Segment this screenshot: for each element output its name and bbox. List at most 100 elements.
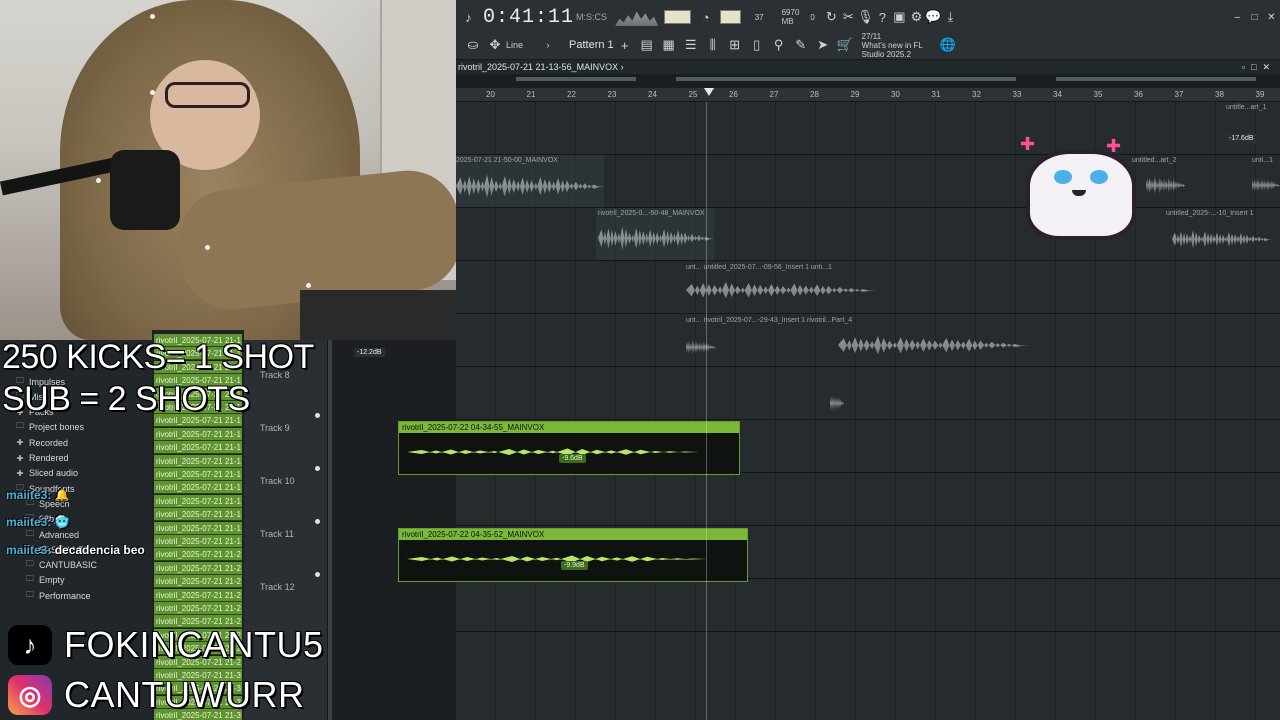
track-name[interactable]: Track 9 — [260, 423, 290, 433]
download-icon[interactable]: ⤓ — [942, 6, 959, 28]
track-mute-dot[interactable] — [315, 572, 320, 577]
browser-item[interactable]: 🗀 CANTUBASIC — [0, 558, 97, 573]
window-controls[interactable]: ▫□✕ — [1242, 60, 1276, 74]
bar-number: 32 — [972, 90, 981, 99]
browser-icon[interactable]: ⊞ — [724, 34, 746, 56]
browser-item-label: Performance — [39, 590, 91, 601]
browser-file[interactable]: rivotril_2025-07-21 21-1 — [154, 521, 242, 535]
clip-waveform — [686, 282, 876, 299]
browser-file[interactable]: rivotril_2025-07-21 21-2 — [154, 575, 242, 589]
folder-icon: 🗀 — [26, 574, 34, 584]
tiktok-handle: ♪ FOKINCANTU5 — [8, 624, 324, 666]
browser-item[interactable]: 🗀 Empty — [0, 573, 65, 588]
song-mode-icon[interactable]: ♪ — [460, 6, 477, 28]
snowflake — [150, 14, 155, 19]
browser-file[interactable]: rivotril_2025-07-21 21-1 — [154, 427, 242, 441]
metronome-icon[interactable]: ◔ — [697, 6, 714, 28]
browser-file[interactable]: rivotril_2025-07-21 21-1 — [154, 508, 242, 522]
clip-label: unt... untitled_2025-07...-09-56_Insert … — [686, 264, 832, 271]
stamp-icon[interactable]: ⛀ — [462, 34, 484, 56]
send-icon[interactable]: ➤ — [812, 34, 834, 56]
minimize-icon[interactable]: – — [1229, 6, 1246, 28]
browser-file[interactable]: rivotril_2025-07-21 21-1 — [154, 481, 242, 495]
save-icon[interactable]: ▣ — [891, 6, 908, 28]
browser-item[interactable]: 🗀 Project bones — [0, 420, 84, 435]
browser-item[interactable]: ✚ Sliced audio — [0, 466, 78, 481]
tempo-box[interactable] — [720, 10, 741, 24]
playlist-tracks[interactable]: 2025-07-21 21-50-00_MAINVOX rivotril_202… — [398, 102, 1280, 720]
clip-volume: -9.6dB — [559, 454, 586, 463]
cut-icon[interactable]: ✂ — [840, 6, 857, 28]
browser-file[interactable]: rivotril_2025-07-21 21-1 — [154, 468, 242, 481]
track-mute-dot[interactable] — [315, 466, 320, 471]
track-mute-dot[interactable] — [315, 519, 320, 524]
mascot-eye — [1054, 170, 1072, 184]
browser-file[interactable]: rivotril_2025-07-21 21-2 — [154, 602, 242, 615]
browser-file[interactable]: rivotril_2025-07-21 21-2 — [154, 588, 242, 602]
undo-icon[interactable]: ↻ — [823, 6, 840, 28]
browser-file[interactable]: rivotril_2025-07-21 21-1 — [154, 535, 242, 548]
snap-icon[interactable]: ✥ — [484, 34, 506, 56]
track-scrollbar[interactable] — [328, 340, 332, 720]
clip-label: unti...1 — [1252, 157, 1274, 164]
snap-mode[interactable]: Line — [506, 40, 523, 50]
channel-rack-icon[interactable]: ☰ — [680, 34, 702, 56]
hint-panel — [664, 10, 692, 24]
add-pattern-icon[interactable]: + — [614, 34, 636, 56]
browser-item[interactable]: ✚ Rendered — [0, 451, 69, 466]
time-display[interactable]: 0:41:11 — [483, 6, 574, 29]
browser-item[interactable]: 🗀 Advanced — [0, 527, 79, 542]
browser-file[interactable]: rivotril_2025-07-21 21-1 — [154, 494, 242, 508]
plugin-icon[interactable]: ⚙ — [908, 6, 925, 28]
playlist-title-bar[interactable]: rivotril_2025-07-21 21-13-56_MAINVOX › ▫… — [456, 60, 1280, 74]
browser-file[interactable]: rivotril_2025-07-21 21-2 — [154, 561, 242, 575]
browser-file[interactable]: rivotril_2025-07-21 21-2 — [154, 548, 242, 562]
audio-clip-track11[interactable]: rivotril_2025-07-22 04-35-52_MAINVOX -9.… — [398, 528, 748, 582]
maximize-icon[interactable]: □ — [1246, 6, 1263, 28]
playlist-icon[interactable]: ▤ — [636, 34, 658, 56]
bar-number: 37 — [1174, 90, 1184, 99]
piano-roll-icon[interactable]: ▦ — [658, 34, 680, 56]
lane-divider — [456, 419, 1280, 420]
pattern-selector[interactable]: Pattern 1 — [569, 39, 614, 51]
playlist-title: rivotril_2025-07-21 21-13-56_MAINVOX — [458, 62, 619, 72]
tiktok-username: FOKINCANTU5 — [64, 624, 324, 665]
clip-header: rivotril_2025-07-22 04-35-52_MAINVOX — [399, 529, 747, 540]
clip-waveform — [830, 394, 844, 413]
chevron-right-icon[interactable]: › — [537, 34, 559, 56]
audio-clip-track9[interactable]: rivotril_2025-07-22 04-34-55_MAINVOX -9.… — [398, 421, 740, 475]
browser-item[interactable]: 🗀 Performance — [0, 588, 91, 603]
chat-username: maiite3: — [6, 543, 52, 557]
chat-icon[interactable]: 💬 — [925, 6, 942, 28]
browser-file[interactable]: rivotril_2025-07-21 21-1 — [154, 441, 242, 455]
browser-item-label: Advanced — [39, 529, 80, 540]
chat-text: 🥶 — [54, 515, 70, 529]
help-icon[interactable]: ? — [874, 6, 891, 28]
news-panel[interactable]: 27/11 What's new in FL Studio 2025.2 — [862, 32, 923, 59]
plugin-picker-icon[interactable]: ⚲ — [768, 34, 790, 56]
playhead-marker[interactable] — [704, 88, 714, 96]
file-icon[interactable]: ▯ — [746, 34, 768, 56]
folder-icon: 🗀 — [26, 589, 34, 599]
playlist-overview[interactable] — [456, 74, 1280, 88]
mixer-icon[interactable]: ⫼ — [702, 34, 724, 56]
browser-item[interactable]: ✚ Recorded — [0, 435, 68, 450]
timeline-ruler[interactable]: 20 21 22 23 24 25 26 27 28 29 30 31 32 33 34 35 36 37 38 39 — [456, 88, 1280, 102]
sparkle-icon: ✚ — [1020, 134, 1036, 154]
globe-icon[interactable]: 🌐 — [937, 34, 959, 56]
browser-item-label: Sliced audio — [29, 468, 79, 479]
cart-icon[interactable]: 🛒 — [834, 34, 856, 56]
chat-message: maiite3: 🥶 — [6, 515, 70, 529]
mic-icon[interactable]: 🎙 — [857, 6, 874, 28]
clip-label: 2025-07-21 21-50-00_MAINVOX — [456, 157, 558, 164]
fl-studio-toolbar: ♪ 0:41:11 M:S:CS ◔ 37 6970 MB 0 ↻ ✂ 🎙 ? … — [456, 0, 1280, 60]
close-icon[interactable]: ✕ — [1263, 6, 1280, 28]
browser-file[interactable]: rivotril_2025-07-21 21-1 — [154, 454, 242, 468]
track-name[interactable]: Track 12 — [260, 582, 295, 592]
folder-icon: 🗀 — [26, 528, 34, 538]
brush-icon[interactable]: ✎ — [790, 34, 812, 56]
clip-header: rivotril_2025-07-22 04-34-55_MAINVOX — [399, 422, 739, 433]
track-name[interactable]: Track 11 — [260, 529, 294, 539]
track-mute-dot[interactable] — [315, 413, 320, 418]
track-name[interactable]: Track 10 — [260, 476, 295, 486]
